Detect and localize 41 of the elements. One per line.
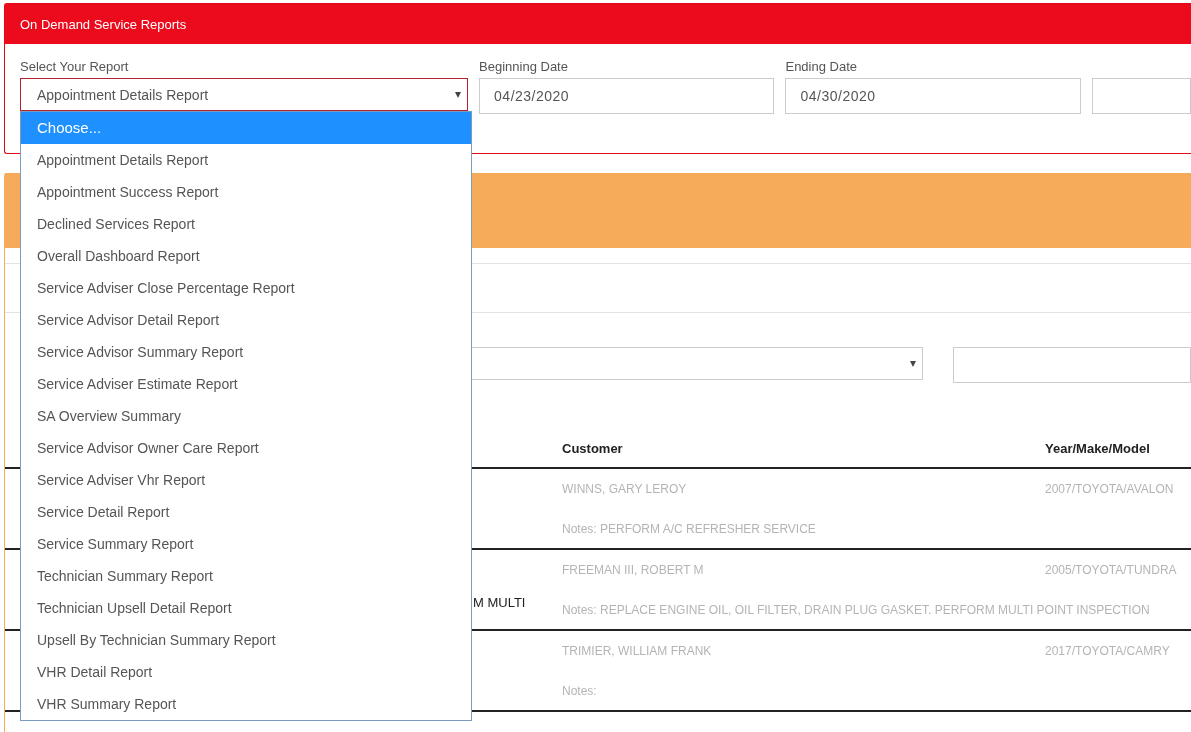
dropdown-option[interactable]: Service Advisor Owner Care Report [21,432,471,464]
table-cell-text: TRIMIER, WILLIAM FRANK [562,643,713,658]
date-field[interactable]: 04/30/2020 [785,78,1081,114]
field-label: Select Your Report [20,59,130,76]
filter-select[interactable] [470,347,923,380]
dropdown-option[interactable]: Service Adviser Estimate Report [21,368,471,400]
table-cell-text: 2017/TOYOTA/CAMRY [1045,643,1171,658]
column-header: Year/Make/Model [1045,440,1151,456]
date-field[interactable]: 04/23/2020 [479,78,775,114]
dropdown-option[interactable]: Service Detail Report [21,496,471,528]
table-cell-text: WINNS, GARY LEROY [562,481,688,496]
input-field[interactable] [1091,78,1191,114]
dropdown-option[interactable]: VHR Detail Report [21,656,471,688]
dropdown-option[interactable]: Service Adviser Close Percentage Report [21,272,471,304]
notes-text: Notes: [562,683,597,698]
caret-icon [909,361,916,367]
dropdown-option[interactable]: Appointment Details Report [21,144,471,176]
notes-text: Notes: PERFORM A/C REFRESHER SERVICE [562,521,816,536]
caret-icon [455,92,462,98]
table-cell: M MULTI [473,595,526,610]
dropdown-option[interactable]: Technician Summary Report [21,560,471,592]
dropdown-option[interactable]: Declined Services Report [21,208,471,240]
notes-text: Notes: REPLACE ENGINE OIL, OIL FILTER, DRAIN PLUG GASKET. PERFORM MULTI POINT INSPECTION [562,602,1150,617]
panel-title: On Demand Service Reports [5,4,1191,44]
field-label: Beginning Date [479,59,569,76]
column-header: Customer [562,440,624,456]
input-field[interactable] [952,347,1191,383]
dropdown-option[interactable]: Service Summary Report [21,528,471,560]
dropdown-option[interactable]: SA Overview Summary [21,400,471,432]
table-cell-text: 2005/TOYOTA/TUNDRA [1045,562,1178,577]
dropdown-option[interactable]: Service Advisor Summary Report [21,336,471,368]
field-label: Ending Date [785,59,859,76]
dropdown-option[interactable]: Overall Dashboard Report [21,240,471,272]
table-cell-text: 2007/TOYOTA/AVALON [1045,481,1175,496]
dropdown-option[interactable]: Upsell By Technician Summary Report [21,624,471,656]
dropdown-option[interactable]: Appointment Success Report [21,176,471,208]
dropdown-option[interactable]: Service Advisor Detail Report [21,304,471,336]
dropdown-option[interactable]: VHR Summary Report [21,688,471,720]
dropdown-option[interactable]: Technician Upsell Detail Report [21,592,471,624]
dropdown-option[interactable]: Service Adviser Vhr Report [21,464,471,496]
table-cell-text: FREEMAN III, ROBERT M [562,562,705,577]
